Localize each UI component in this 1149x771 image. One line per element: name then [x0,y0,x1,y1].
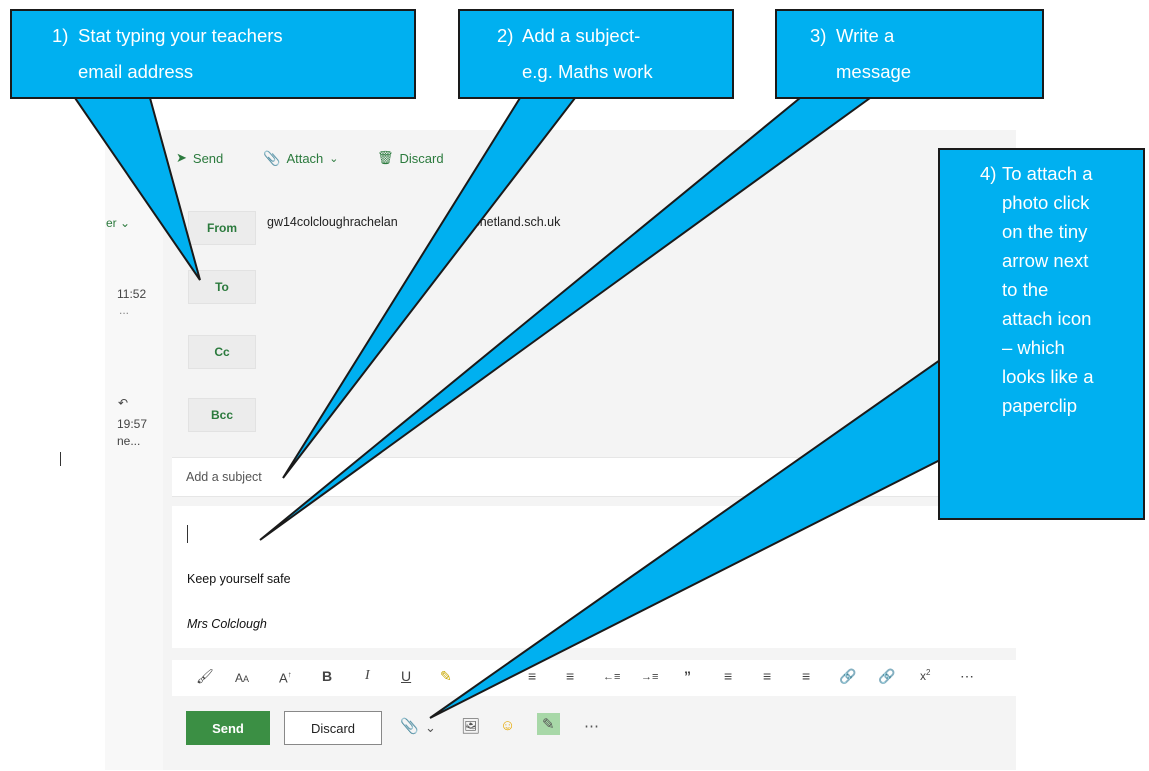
callout-2-line2: e.g. Maths work [522,61,653,82]
callout-3-line1: Write a [836,25,895,46]
callout-3-line2: message [836,61,912,82]
callout-1-line1: Stat typing your teachers [78,25,283,46]
callout-4-line: arrow next [1002,250,1089,271]
callout-1-line2: email address [78,61,194,82]
callout-4-text: To attach a photo click on the tiny arro… [1002,159,1142,420]
callout-4-line: To attach a [1002,163,1093,184]
callout-4-line: – which [1002,337,1065,358]
callout-4-line: attach icon [1002,308,1092,329]
callout-3: 3) Write a message [775,9,1044,99]
callout-4-line: photo click [1002,192,1090,213]
callout-4-line: paperclip [1002,395,1078,416]
callout-2-number: 2) [497,25,514,46]
callout-4-line: to the [1002,279,1049,300]
callout-3-number: 3) [810,25,827,46]
callout-2-line1: Add a subject- [522,25,641,46]
callout-4-line: on the tiny [1002,221,1088,242]
callout-1-pointer [73,97,201,281]
callout-2-pointer [282,97,578,479]
callout-4-number: 4) [980,163,997,184]
callout-2: 2) Add a subject- e.g. Maths work [458,9,734,99]
callout-4-pointer [429,358,941,719]
callout-4-line: looks like a [1002,366,1094,387]
callout-1: 1) Stat typing your teachers email addre… [10,9,416,99]
callout-1-number: 1) [52,25,69,46]
callout-4: 4) To attach a photo click on the tiny a… [938,148,1145,520]
